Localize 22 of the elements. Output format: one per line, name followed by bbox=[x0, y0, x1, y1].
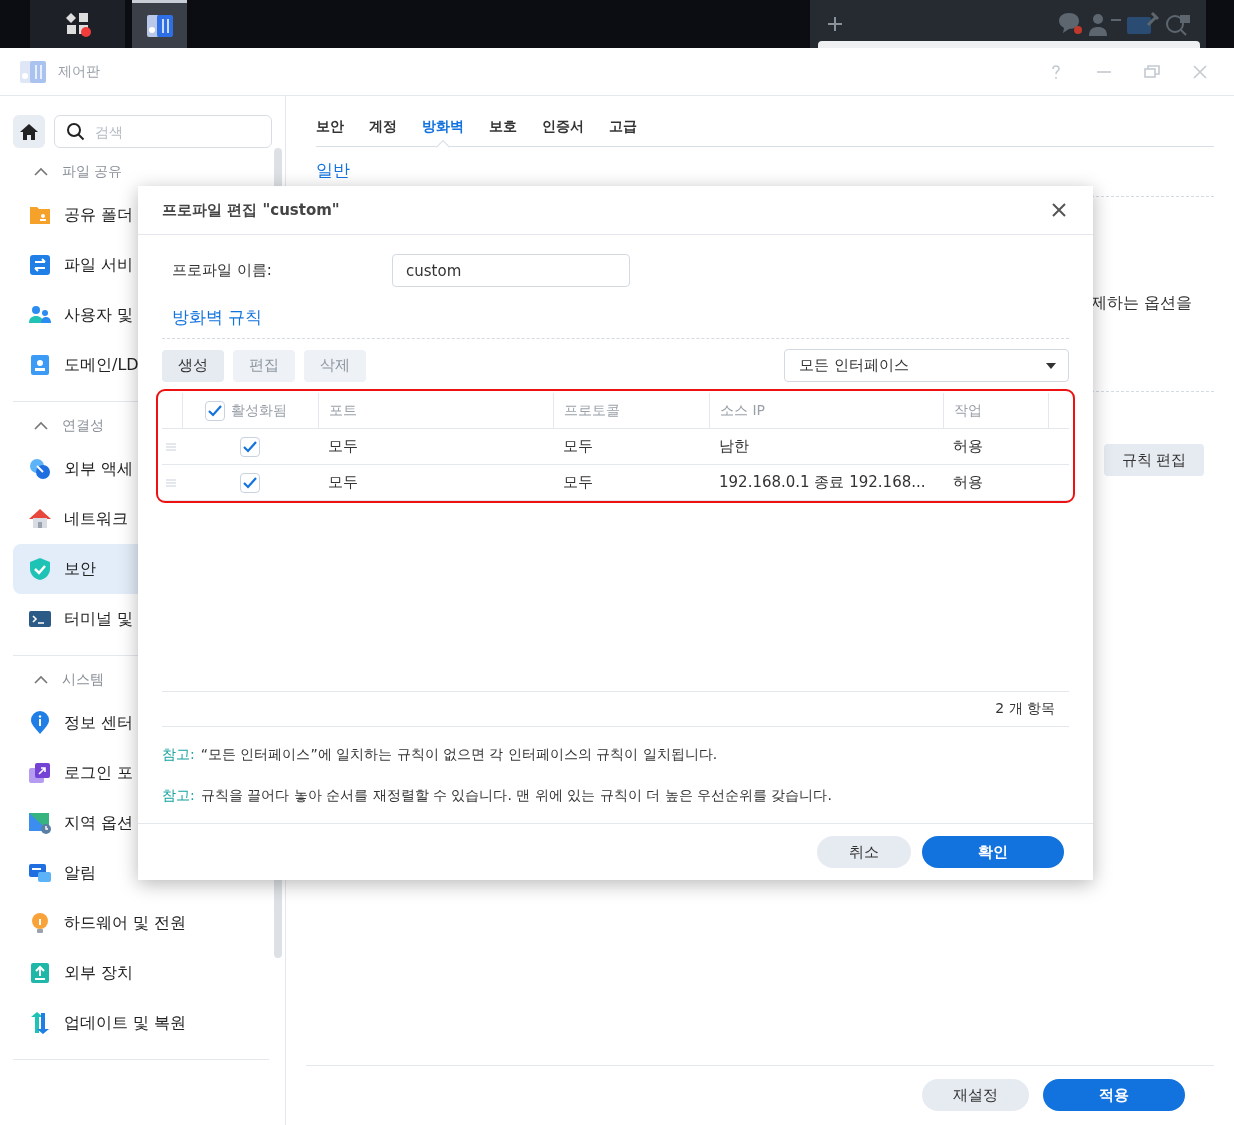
section-title: 일반 bbox=[316, 159, 351, 182]
table-cell: 허용 bbox=[953, 437, 983, 456]
description-text: 제하는 옵션을 bbox=[1090, 293, 1192, 314]
group-label: 연결성 bbox=[62, 417, 104, 435]
note-text: “모든 인터페이스”에 일치하는 규칙이 없으면 각 인터페이스의 규칙이 일치됩니다. bbox=[200, 745, 718, 764]
table-cell: 허용 bbox=[953, 473, 983, 492]
group-label: 시스템 bbox=[62, 671, 104, 689]
window-title: 제어판 bbox=[58, 62, 100, 81]
field-label: 프로파일 이름: bbox=[171, 261, 273, 280]
item-count: 2 개 항목 bbox=[995, 700, 1055, 718]
note-text: 규칙을 끌어다 놓아 순서를 재정렬할 수 있습니다. 맨 위에 있는 규칙이 더 높은 우선순위를 갖습니다. bbox=[200, 786, 832, 805]
table-cell: 192.168.0.1 종료 192.168... bbox=[719, 473, 926, 492]
note-label: 참고: bbox=[162, 745, 195, 764]
dialog-title: 프로파일 편집 "custom" bbox=[162, 200, 340, 220]
group-label: 파일 공유 bbox=[62, 163, 123, 181]
table-cell: 모두 bbox=[328, 437, 358, 456]
table-cell: 모두 bbox=[563, 473, 593, 492]
table-cell: 모두 bbox=[328, 473, 358, 492]
note-label: 참고: bbox=[162, 786, 195, 805]
table-cell: 남한 bbox=[719, 437, 749, 456]
table-cell: 모두 bbox=[563, 437, 593, 456]
section-title: 방화벽 규칙 bbox=[162, 306, 1069, 339]
